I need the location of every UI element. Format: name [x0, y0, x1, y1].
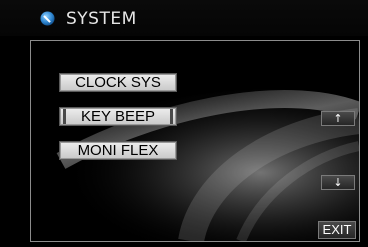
page-title: SYSTEM [66, 9, 137, 29]
menu-item-clock-sys[interactable]: CLOCK SYS [59, 73, 177, 92]
menu-item-moni-flex[interactable]: MONI FLEX [59, 141, 177, 160]
arrow-up-icon: ↑ [333, 112, 343, 125]
scroll-down-button[interactable]: ↓ [321, 175, 355, 190]
exit-label: EXIT [322, 222, 352, 237]
menu-item-label: KEY BEEP [81, 108, 155, 125]
arrow-down-icon: ↓ [333, 176, 343, 189]
header-bar: SYSTEM [0, 0, 368, 36]
system-menu-screen: SYSTEM CLOCK SYS KEY BEEP MONI FLEX ↑ ↓ … [0, 0, 368, 247]
menu-item-label: MONI FLEX [77, 142, 159, 159]
menu-panel: CLOCK SYS KEY BEEP MONI FLEX ↑ ↓ EXIT [30, 40, 360, 242]
menu-item-label: CLOCK SYS [75, 74, 161, 91]
menu-item-key-beep[interactable]: KEY BEEP [59, 107, 177, 126]
left-edge [63, 109, 66, 124]
exit-button[interactable]: EXIT [318, 221, 356, 239]
circle-logo-icon [40, 11, 55, 26]
right-edge [170, 109, 173, 124]
scroll-up-button[interactable]: ↑ [321, 111, 355, 126]
